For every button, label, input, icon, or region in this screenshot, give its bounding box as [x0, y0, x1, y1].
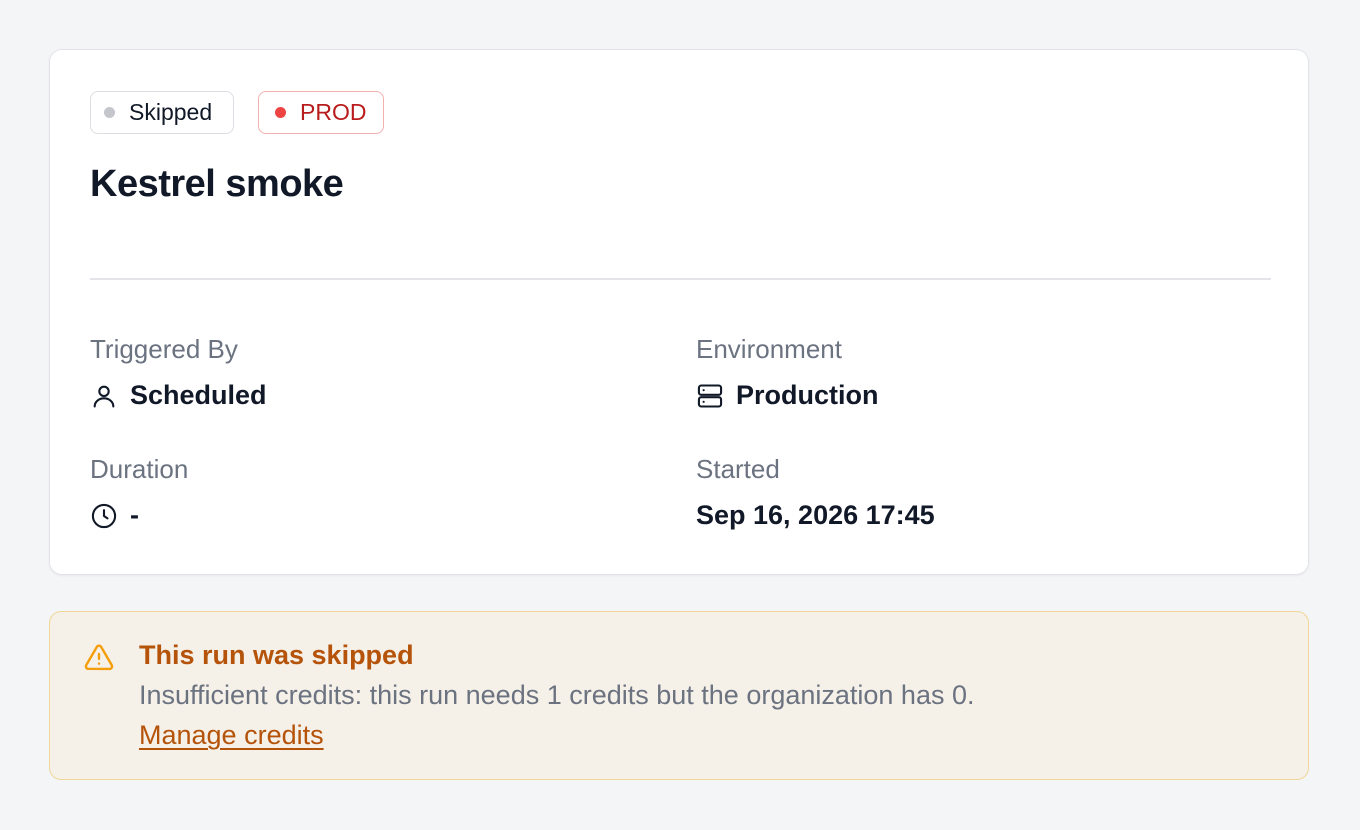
environment-badge-label: PROD — [300, 99, 367, 125]
run-summary-card: Skipped PROD Kestrel smoke Triggered By … — [49, 49, 1309, 575]
started-text: Sep 16, 2026 17:45 — [696, 500, 935, 530]
duration-text: - — [130, 500, 139, 530]
environment-dot-icon — [275, 107, 286, 118]
alert-title: This run was skipped — [139, 640, 414, 670]
clock-icon — [90, 502, 118, 530]
started-value: Sep 16, 2026 17:45 — [696, 500, 935, 531]
skipped-alert: This run was skipped Insufficient credit… — [49, 611, 1309, 780]
alert-message: Insufficient credits: this run needs 1 c… — [139, 680, 975, 710]
duration-value: - — [90, 500, 139, 531]
started-label: Started — [696, 454, 780, 484]
user-icon — [90, 382, 118, 410]
duration-label: Duration — [90, 454, 189, 484]
warning-icon — [83, 642, 115, 672]
status-badge-label: Skipped — [129, 99, 213, 125]
status-dot-icon — [104, 107, 115, 118]
environment-text: Production — [736, 380, 879, 410]
triggered-by-value: Scheduled — [90, 380, 267, 411]
status-badge: Skipped — [90, 91, 234, 134]
environment-badge: PROD — [258, 91, 384, 134]
manage-credits-link[interactable]: Manage credits — [139, 720, 324, 751]
page-title: Kestrel smoke — [90, 163, 344, 205]
badge-row: Skipped PROD — [90, 91, 384, 134]
environment-value: Production — [696, 380, 879, 411]
triggered-by-text: Scheduled — [130, 380, 267, 410]
divider — [90, 278, 1271, 280]
environment-label: Environment — [696, 334, 842, 364]
triggered-by-label: Triggered By — [90, 334, 238, 364]
server-icon — [696, 382, 724, 410]
